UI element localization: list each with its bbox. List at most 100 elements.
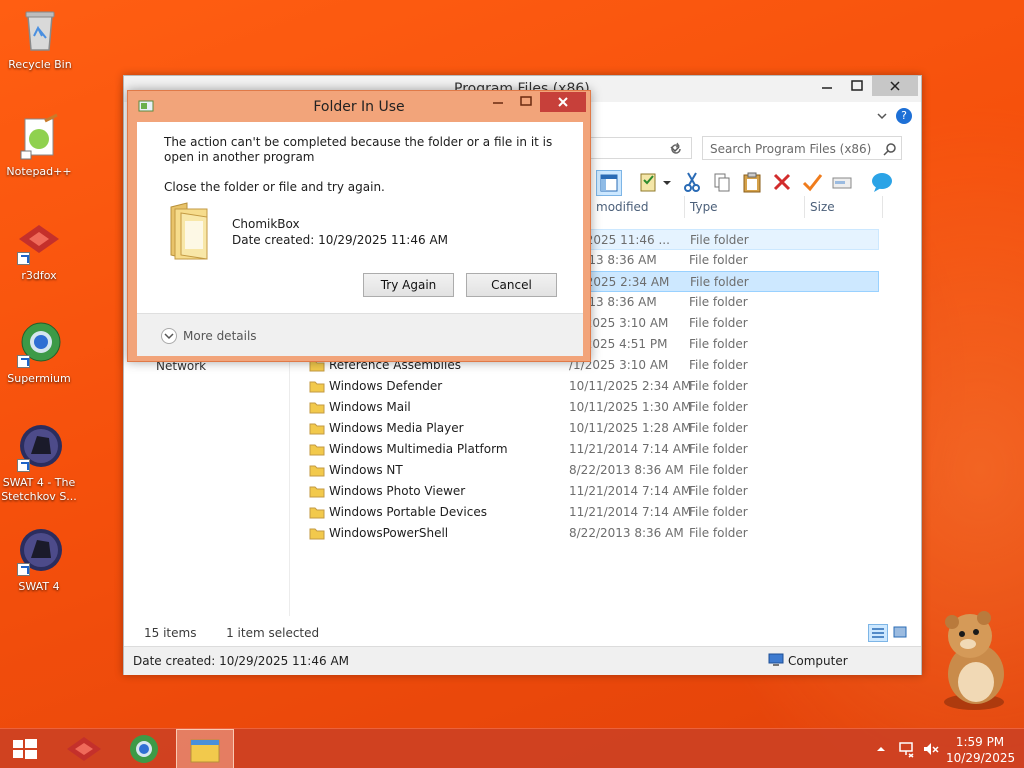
row-date: 10/11/2025 1:30 AM — [569, 400, 692, 414]
dialog-maximize-button[interactable] — [514, 93, 538, 111]
dialog-footer: More details — [137, 313, 583, 356]
more-details-label: More details — [183, 329, 257, 343]
large-icons-view-icon[interactable] — [891, 624, 911, 642]
r3dfox-icon — [15, 217, 63, 265]
row-name: Windows Multimedia Platform — [329, 442, 508, 456]
minimize-button[interactable] — [812, 76, 842, 96]
status-date-created: Date created: 10/29/2025 11:46 AM — [133, 654, 349, 668]
desktop-icon-r3dfox[interactable]: r3dfox — [0, 217, 78, 283]
volume-muted-icon[interactable] — [922, 740, 940, 758]
row-type: File folder — [690, 233, 749, 247]
desktop-icon-label: r3dfox — [21, 269, 57, 282]
row-type: File folder — [689, 463, 748, 477]
details-view-icon[interactable] — [868, 624, 888, 642]
desktop-icon-swat4-stetchkov[interactable]: SWAT 4 - The Stetchkov S... — [0, 424, 78, 504]
status-selected-count: 1 item selected — [226, 626, 320, 640]
select-icon[interactable] — [830, 170, 856, 196]
copy-icon[interactable] — [710, 170, 736, 196]
status-item-count: 15 items — [144, 626, 197, 640]
row-date: 8/22/2013 8:36 AM — [569, 526, 684, 540]
close-icon — [558, 97, 568, 107]
details-status-bar: Date created: 10/29/2025 11:46 AM Comput… — [124, 646, 921, 675]
maximize-button[interactable] — [842, 76, 872, 96]
properties-icon[interactable] — [636, 170, 662, 196]
supermium-icon — [130, 735, 158, 763]
try-again-button[interactable]: Try Again — [363, 273, 454, 297]
taskbar-file-explorer[interactable] — [176, 729, 234, 768]
folder-icon — [167, 199, 215, 263]
row-type: File folder — [689, 253, 748, 267]
row-name: WindowsPowerShell — [329, 526, 449, 540]
status-location: Computer — [788, 654, 848, 668]
row-date: 8/22/2013 8:36 AM — [569, 463, 684, 477]
clock-date[interactable]: 10/29/2025 — [946, 751, 1015, 765]
row-date: 11/21/2014 7:14 AM — [569, 484, 692, 498]
row-type: File folder — [689, 505, 748, 519]
folder-icon — [309, 380, 325, 393]
row-type: File folder — [689, 337, 748, 351]
network-icon[interactable] — [898, 740, 916, 758]
rename-check-icon[interactable] — [800, 170, 826, 196]
properties-dropdown-icon[interactable] — [660, 170, 674, 196]
table-row[interactable]: Windows Portable Devices 11/21/2014 7:14 … — [307, 502, 879, 523]
close-button[interactable] — [872, 76, 918, 96]
table-row[interactable]: Windows Multimedia Platform 11/21/2014 7:… — [307, 439, 879, 460]
paste-icon[interactable] — [740, 170, 766, 196]
chat-bubble-icon[interactable] — [870, 170, 896, 196]
row-name: Windows NT — [329, 463, 403, 477]
desktop-icon-notepadpp[interactable]: Notepad++ — [0, 113, 78, 179]
table-row[interactable]: Windows NT 8/22/2013 8:36 AM File folder — [307, 460, 879, 481]
ribbon-expand-icon[interactable] — [876, 110, 888, 122]
column-header-date[interactable]: modified — [596, 200, 649, 214]
dialog-instruction: Close the folder or file and try again. — [164, 180, 385, 194]
cut-icon[interactable] — [680, 170, 706, 196]
row-type: File folder — [689, 316, 748, 330]
r3dfox-icon — [67, 737, 101, 761]
table-row[interactable]: Windows Media Player 10/11/2025 1:28 AM Fi… — [307, 418, 879, 439]
start-button[interactable] — [0, 729, 58, 768]
desktop-icon-label: SWAT 4 - The Stetchkov S... — [1, 476, 77, 503]
refresh-icon[interactable] — [669, 142, 683, 156]
taskbar: 1:59 PM 10/29/2025 — [0, 728, 1024, 768]
row-type: File folder — [689, 421, 748, 435]
table-row[interactable]: WindowsPowerShell 8/22/2013 8:36 AM File f… — [307, 523, 879, 544]
taskbar-supermium[interactable] — [115, 729, 173, 768]
folder-icon — [309, 443, 325, 456]
help-icon[interactable]: ? — [896, 108, 912, 124]
shortcut-arrow-icon — [17, 355, 30, 368]
column-header-size[interactable]: Size — [810, 200, 835, 214]
cancel-button[interactable]: Cancel — [466, 273, 557, 297]
table-row[interactable]: Windows Photo Viewer 11/21/2014 7:14 AM Fi… — [307, 481, 879, 502]
dialog-item-name: ChomikBox — [232, 217, 300, 231]
row-date: 11/21/2014 7:14 AM — [569, 442, 692, 456]
delete-icon[interactable] — [770, 170, 796, 196]
taskbar-r3dfox[interactable] — [55, 729, 113, 768]
desktop-icon-supermium[interactable]: Supermium — [0, 320, 78, 386]
clock-time[interactable]: 1:59 PM — [946, 735, 1014, 749]
show-hidden-icons-icon[interactable] — [875, 743, 887, 755]
row-name: Windows Media Player — [329, 421, 464, 435]
supermium-icon — [15, 320, 63, 368]
table-row[interactable]: Windows Defender 10/11/2025 2:34 AM File f… — [307, 376, 879, 397]
desktop-icon-label: Recycle Bin — [8, 58, 72, 71]
dialog-item-date: Date created: 10/29/2025 11:46 AM — [232, 233, 448, 247]
swat4-icon — [15, 528, 63, 576]
row-name: Windows Portable Devices — [329, 505, 487, 519]
folder-in-use-dialog: Folder In Use The action can't be comple… — [127, 90, 591, 362]
preview-pane-icon[interactable] — [596, 170, 622, 196]
row-type: File folder — [689, 442, 748, 456]
dialog-content: The action can't be completed because th… — [137, 122, 583, 314]
desktop-icon-swat4[interactable]: SWAT 4 — [0, 528, 78, 594]
column-header-type[interactable]: Type — [690, 200, 718, 214]
dialog-minimize-button[interactable] — [486, 93, 510, 111]
search-input[interactable]: Search Program Files (x86) — [702, 136, 902, 160]
folder-icon — [309, 422, 325, 435]
row-name: Windows Defender — [329, 379, 443, 393]
row-name: Windows Mail — [329, 400, 411, 414]
table-row[interactable]: Windows Mail 10/11/2025 1:30 AM File folde… — [307, 397, 879, 418]
folder-icon — [309, 401, 325, 414]
dialog-close-button[interactable] — [540, 92, 586, 112]
folder-icon — [309, 485, 325, 498]
desktop-icon-recycle-bin[interactable]: Recycle Bin — [1, 6, 79, 72]
folder-icon — [309, 464, 325, 477]
